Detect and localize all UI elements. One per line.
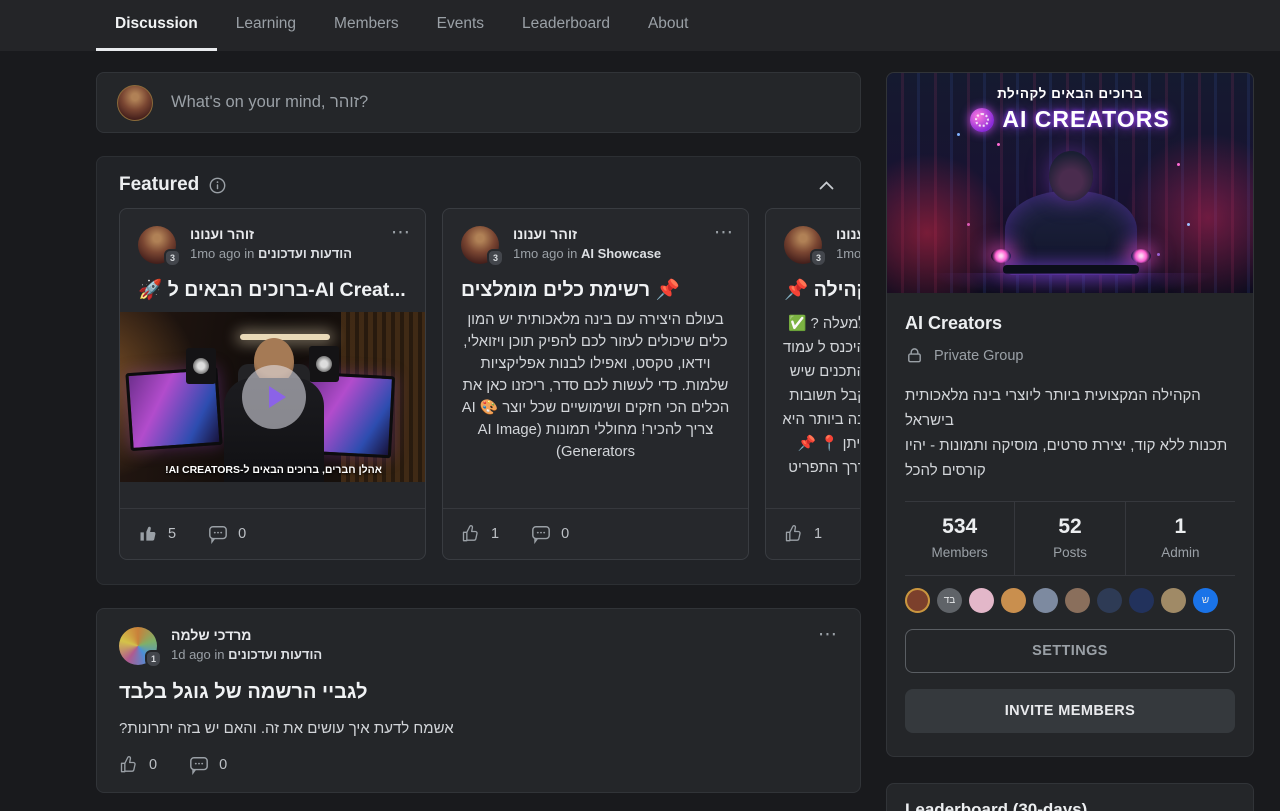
post-meta: 1mo ago in הודעות ועדכונים: [190, 246, 352, 261]
stat-members: 534 Members: [905, 502, 1014, 575]
member-avatar[interactable]: [1161, 588, 1186, 613]
post-meta: 1mo ago in AI Showcase: [513, 246, 661, 261]
featured-card-welcome[interactable]: 3 זוהר וענונו 1mo ago in הודעות ועדכונים…: [119, 208, 426, 560]
member-avatar[interactable]: [1097, 588, 1122, 613]
member-avatar[interactable]: [1033, 588, 1058, 613]
member-avatar[interactable]: [1065, 588, 1090, 613]
author-name[interactable]: זוהר וענונו: [836, 226, 861, 242]
more-options-icon[interactable]: ⋯: [391, 221, 411, 244]
comment-count: 0: [561, 526, 569, 542]
level-badge: 3: [810, 249, 827, 267]
member-avatar[interactable]: [1129, 588, 1154, 613]
member-avatar[interactable]: [905, 588, 930, 613]
tab-events[interactable]: Events: [418, 0, 503, 51]
tab-discussion[interactable]: Discussion: [96, 0, 217, 51]
current-user-avatar: [117, 85, 153, 121]
banner-brand-text: AI CREATORS: [1002, 106, 1169, 133]
like-count: 0: [149, 757, 157, 773]
group-description: הקהילה המקצועית ביותר ליוצרי בינה מלאכות…: [905, 383, 1235, 483]
post-title[interactable]: 📌 רשימת כלים מומלצים: [443, 270, 748, 302]
comment-count: 0: [238, 526, 246, 542]
member-avatar[interactable]: בד: [937, 588, 962, 613]
tab-learning[interactable]: Learning: [217, 0, 315, 51]
post-card[interactable]: 1 מרדכי שלמה 1d ago in הודעות ועדכונים ⋯…: [96, 608, 861, 793]
tab-leaderboard[interactable]: Leaderboard: [503, 0, 629, 51]
banner-welcome-text: ברוכים הבאים לקהילת: [887, 86, 1253, 101]
post-category: הודעות ועדכונים: [228, 647, 322, 662]
group-privacy: Private Group: [934, 348, 1023, 364]
group-card: ברוכים הבאים לקהילת AI CREATORS AI Creat…: [886, 72, 1254, 757]
featured-title: Featured: [119, 174, 199, 196]
group-banner: ברוכים הבאים לקהילת AI CREATORS: [887, 73, 1253, 293]
leaderboard-title: Leaderboard (30-days): [905, 800, 1235, 811]
comment-button[interactable]: [208, 524, 228, 544]
featured-cards-row: 3 זוהר וענונו 1mo ago in הודעות ועדכונים…: [119, 208, 860, 560]
group-name: AI Creators: [905, 313, 1235, 334]
comment-button[interactable]: [531, 524, 551, 544]
leaderboard-panel: Leaderboard (30-days): [886, 783, 1254, 811]
like-count: 5: [168, 526, 176, 542]
post-composer[interactable]: What's on your mind, זוהר?: [96, 72, 861, 133]
tab-about[interactable]: About: [629, 0, 708, 51]
level-badge: 3: [164, 249, 181, 267]
like-count: 1: [814, 526, 822, 542]
member-avatar[interactable]: [1001, 588, 1026, 613]
chevron-up-icon[interactable]: [815, 177, 838, 194]
like-button[interactable]: [119, 755, 139, 775]
post-title[interactable]: לגביי הרשמה של גוגל בלבד: [119, 681, 838, 704]
author-name[interactable]: זוהר וענונו: [190, 226, 352, 242]
stat-admins: 1 Admin: [1125, 502, 1235, 575]
like-count: 1: [491, 526, 499, 542]
post-category: AI Showcase: [581, 246, 661, 261]
author-name[interactable]: זוהר וענונו: [513, 226, 661, 242]
feed-column: What's on your mind, זוהר? Featured: [96, 72, 861, 793]
comment-count: 0: [219, 757, 227, 773]
post-title[interactable]: 🚀 ברוכים הבאים ל-AI Creat...: [120, 270, 425, 302]
level-badge: 1: [145, 650, 162, 668]
post-body: אשמח לדעת איך עושים את זה. והאם יש בזה י…: [119, 720, 838, 737]
video-thumbnail[interactable]: אהלן חברים, ברוכים הבאים ל-AI CREATORS!: [120, 312, 426, 482]
member-avatar[interactable]: ש: [1193, 588, 1218, 613]
video-caption: אהלן חברים, ברוכים הבאים ל-AI CREATORS!: [120, 464, 426, 476]
stat-posts: 52 Posts: [1014, 502, 1124, 575]
post-title[interactable]: 📌 קהילה: [766, 270, 861, 302]
invite-members-button[interactable]: INVITE MEMBERS: [905, 689, 1235, 733]
composer-prompt[interactable]: What's on your mind, זוהר?: [171, 93, 368, 112]
lock-icon: [905, 346, 924, 365]
post-body: למעלה ? ✅ היכנס ל עמוד התכנים שיש קבל תש…: [766, 302, 861, 480]
author-name[interactable]: מרדכי שלמה: [171, 627, 322, 643]
like-button[interactable]: [461, 524, 481, 544]
play-button[interactable]: [242, 365, 306, 429]
group-stats: 534 Members 52 Posts 1 Admin: [905, 501, 1235, 576]
like-button[interactable]: [784, 524, 804, 544]
like-button[interactable]: [138, 524, 158, 544]
tab-members[interactable]: Members: [315, 0, 418, 51]
member-avatars-row: בד ש: [905, 588, 1235, 613]
more-options-icon[interactable]: ⋯: [818, 623, 838, 646]
level-badge: 3: [487, 249, 504, 267]
featured-card-community[interactable]: 3 זוהר וענונו 1mo ago in 📌 קהילה למעלה ?…: [765, 208, 861, 560]
post-body: בעולם היצירה עם בינה מלאכותית יש המון כל…: [443, 302, 748, 463]
settings-button[interactable]: SETTINGS: [905, 629, 1235, 673]
comment-button[interactable]: [189, 755, 209, 775]
member-avatar[interactable]: [969, 588, 994, 613]
community-page: Discussion Learning Members Events Leade…: [0, 0, 1280, 811]
post-meta: 1mo ago in: [836, 246, 861, 261]
post-meta: 1d ago in הודעות ועדכונים: [171, 647, 322, 662]
post-category: הודעות ועדכונים: [258, 246, 352, 261]
more-options-icon[interactable]: ⋯: [714, 221, 734, 244]
featured-panel: Featured 3: [96, 156, 861, 585]
top-navigation: Discussion Learning Members Events Leade…: [0, 0, 1280, 51]
brain-logo-icon: [970, 108, 994, 132]
featured-card-tools[interactable]: 3 זוהר וענונו 1mo ago in AI Showcase ⋯ 📌…: [442, 208, 749, 560]
info-icon[interactable]: [209, 177, 226, 194]
group-sidebar: ברוכים הבאים לקהילת AI CREATORS AI Creat…: [886, 72, 1254, 811]
